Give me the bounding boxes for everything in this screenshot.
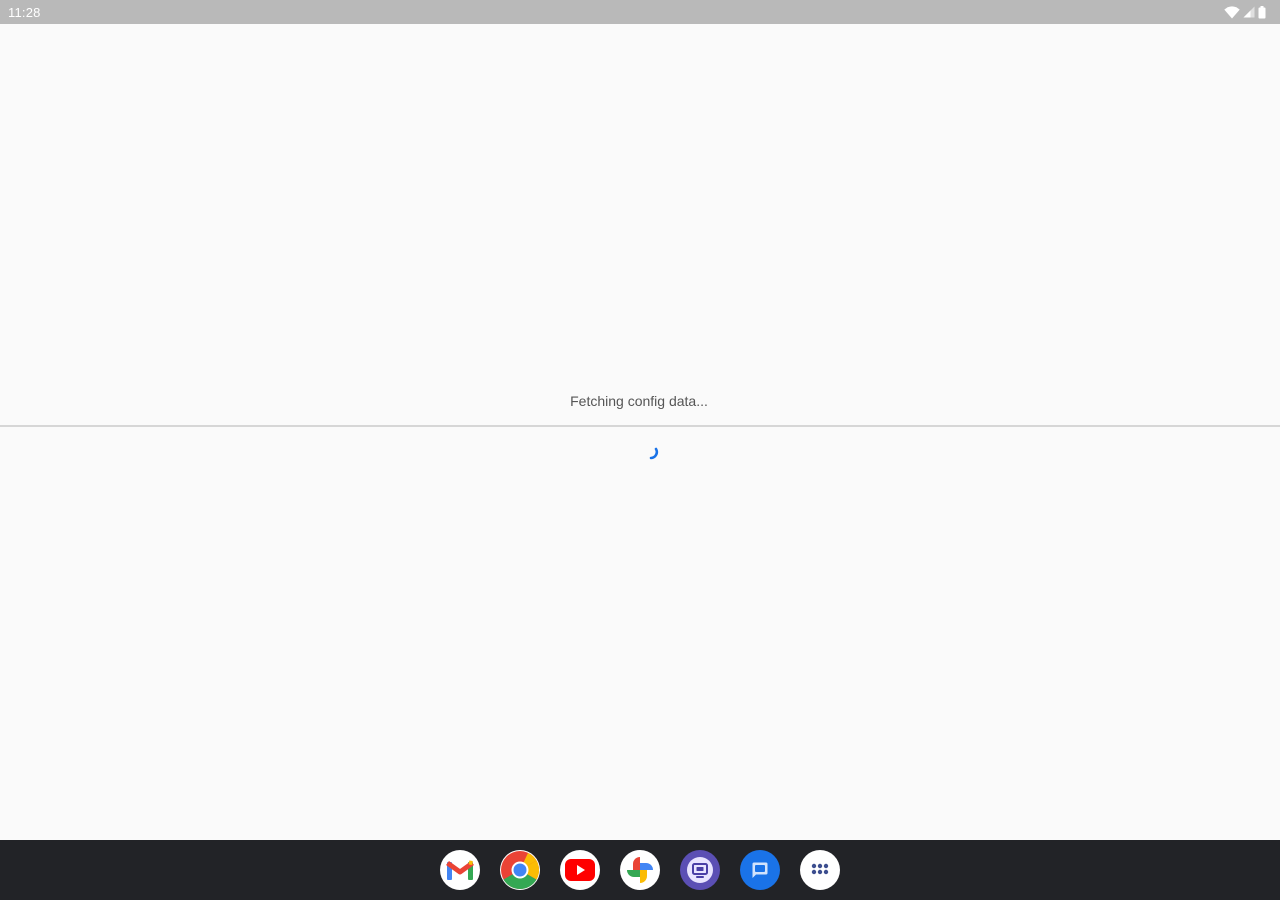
screen-recorder-icon[interactable] (680, 850, 720, 890)
photos-icon[interactable] (620, 850, 660, 890)
loading-text: Fetching config data... (570, 393, 708, 409)
chrome-icon[interactable] (500, 850, 540, 890)
loading-spinner-icon (638, 440, 664, 466)
signal-icon (1243, 6, 1255, 18)
main-content: Fetching config data... (0, 24, 1280, 840)
youtube-icon[interactable] (560, 850, 600, 890)
gmail-icon[interactable] (440, 850, 480, 890)
status-time: 11:28 (8, 4, 41, 20)
app-drawer-icon[interactable] (800, 850, 840, 890)
battery-icon (1258, 5, 1266, 19)
wifi-icon (1224, 5, 1240, 19)
status-icons (1224, 5, 1266, 19)
divider (0, 425, 1280, 427)
status-bar: 11:28 (0, 0, 1280, 24)
messages-icon[interactable] (740, 850, 780, 890)
taskbar (0, 840, 1280, 900)
